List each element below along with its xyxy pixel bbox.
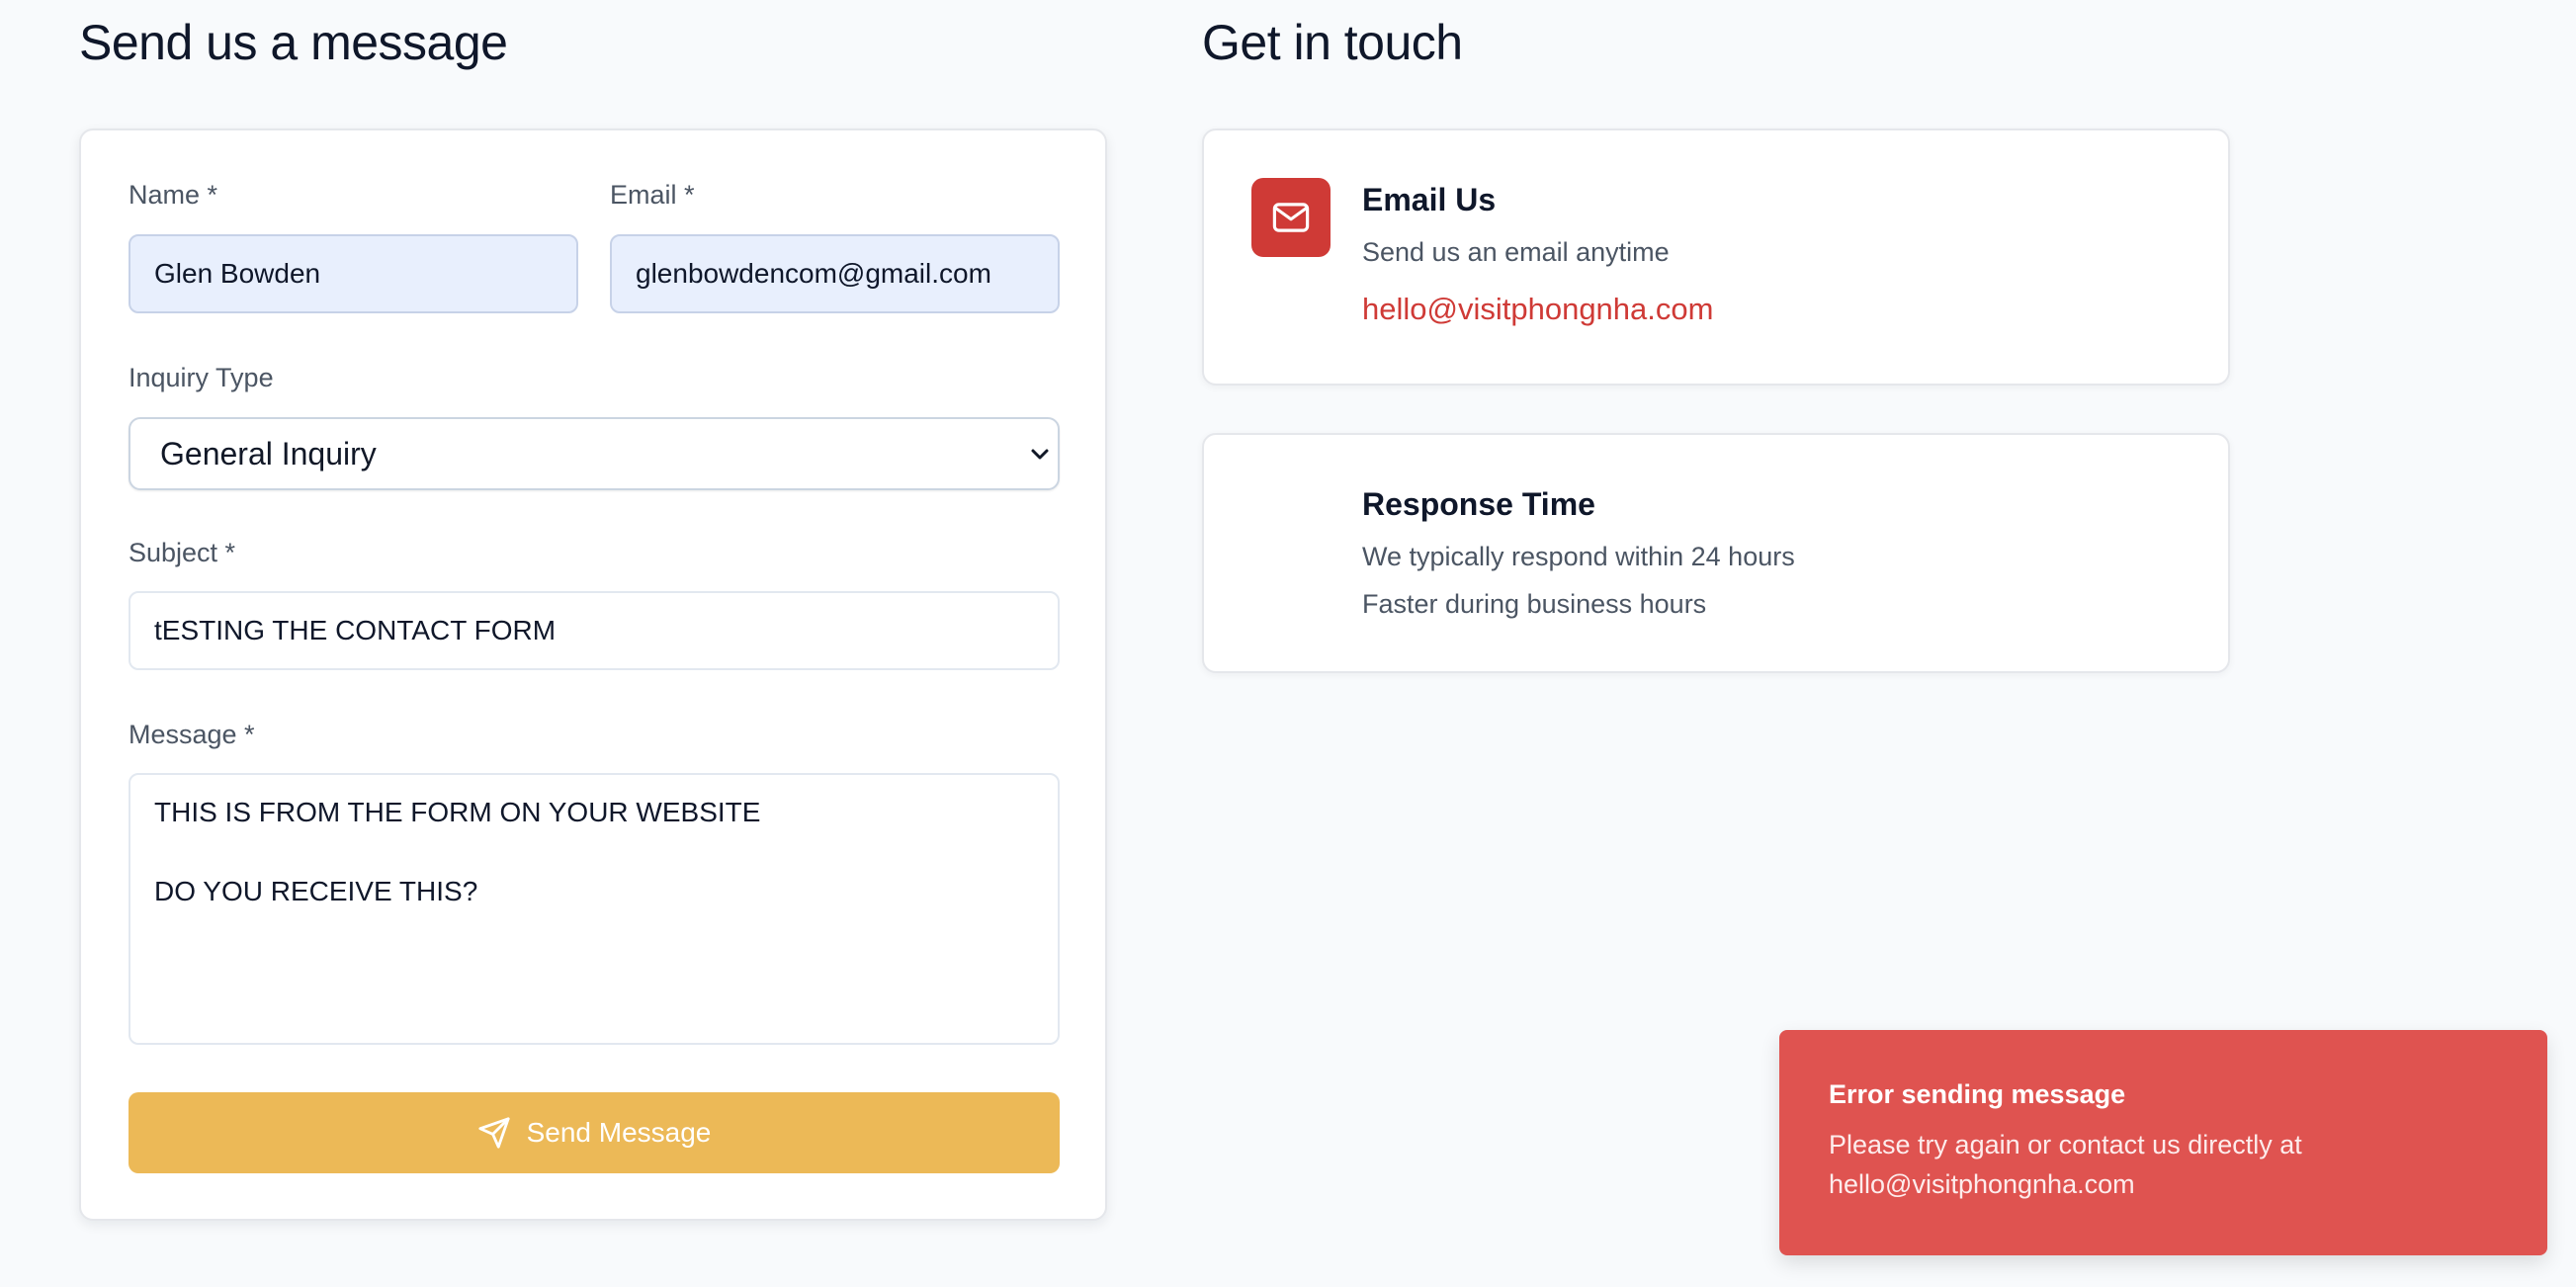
message-label: Message * [129, 720, 255, 749]
mail-icon-box [1251, 178, 1331, 257]
name-input[interactable]: Glen Bowden [129, 234, 578, 313]
contact-heading: Get in touch [1202, 15, 1463, 70]
email-us-title: Email Us [1362, 182, 1497, 217]
email-input[interactable]: glenbowdencom@gmail.com [610, 234, 1060, 313]
inquiry-type-label: Inquiry Type [129, 363, 274, 392]
email-us-card: Email Us Send us an email anytime hello@… [1202, 129, 2230, 386]
response-time-card: Response Time We typically respond withi… [1202, 433, 2230, 673]
form-heading: Send us a message [79, 15, 508, 70]
subject-input[interactable]: tESTING THE CONTACT FORM [129, 591, 1060, 670]
subject-label: Subject * [129, 538, 236, 567]
message-textarea[interactable]: THIS IS FROM THE FORM ON YOUR WEBSITE DO… [129, 773, 1060, 1045]
send-message-button[interactable]: Send Message [129, 1092, 1060, 1173]
response-time-title: Response Time [1362, 486, 1595, 522]
name-label: Name * [129, 180, 218, 210]
send-icon [478, 1117, 510, 1149]
email-label: Email * [610, 180, 695, 210]
response-time-line-1: We typically respond within 24 hours [1362, 542, 1795, 571]
chevron-down-icon [1031, 449, 1049, 460]
send-message-label: Send Message [526, 1117, 712, 1148]
email-us-text: Send us an email anytime [1362, 237, 1670, 267]
inquiry-type-select[interactable]: General Inquiry [129, 417, 1060, 490]
toast-title: Error sending message [1829, 1079, 2126, 1109]
mail-icon [1272, 203, 1310, 232]
toast-message: Please try again or contact us directly … [1829, 1130, 2302, 1199]
email-link[interactable]: hello@visitphongnha.com [1362, 292, 1713, 327]
error-toast[interactable]: Error sending message Please try again o… [1779, 1030, 2547, 1255]
contact-form: Name * Glen Bowden Email * glenbowdencom… [79, 129, 1107, 1221]
inquiry-type-value: General Inquiry [160, 435, 377, 472]
response-time-line-2: Faster during business hours [1362, 589, 1707, 619]
